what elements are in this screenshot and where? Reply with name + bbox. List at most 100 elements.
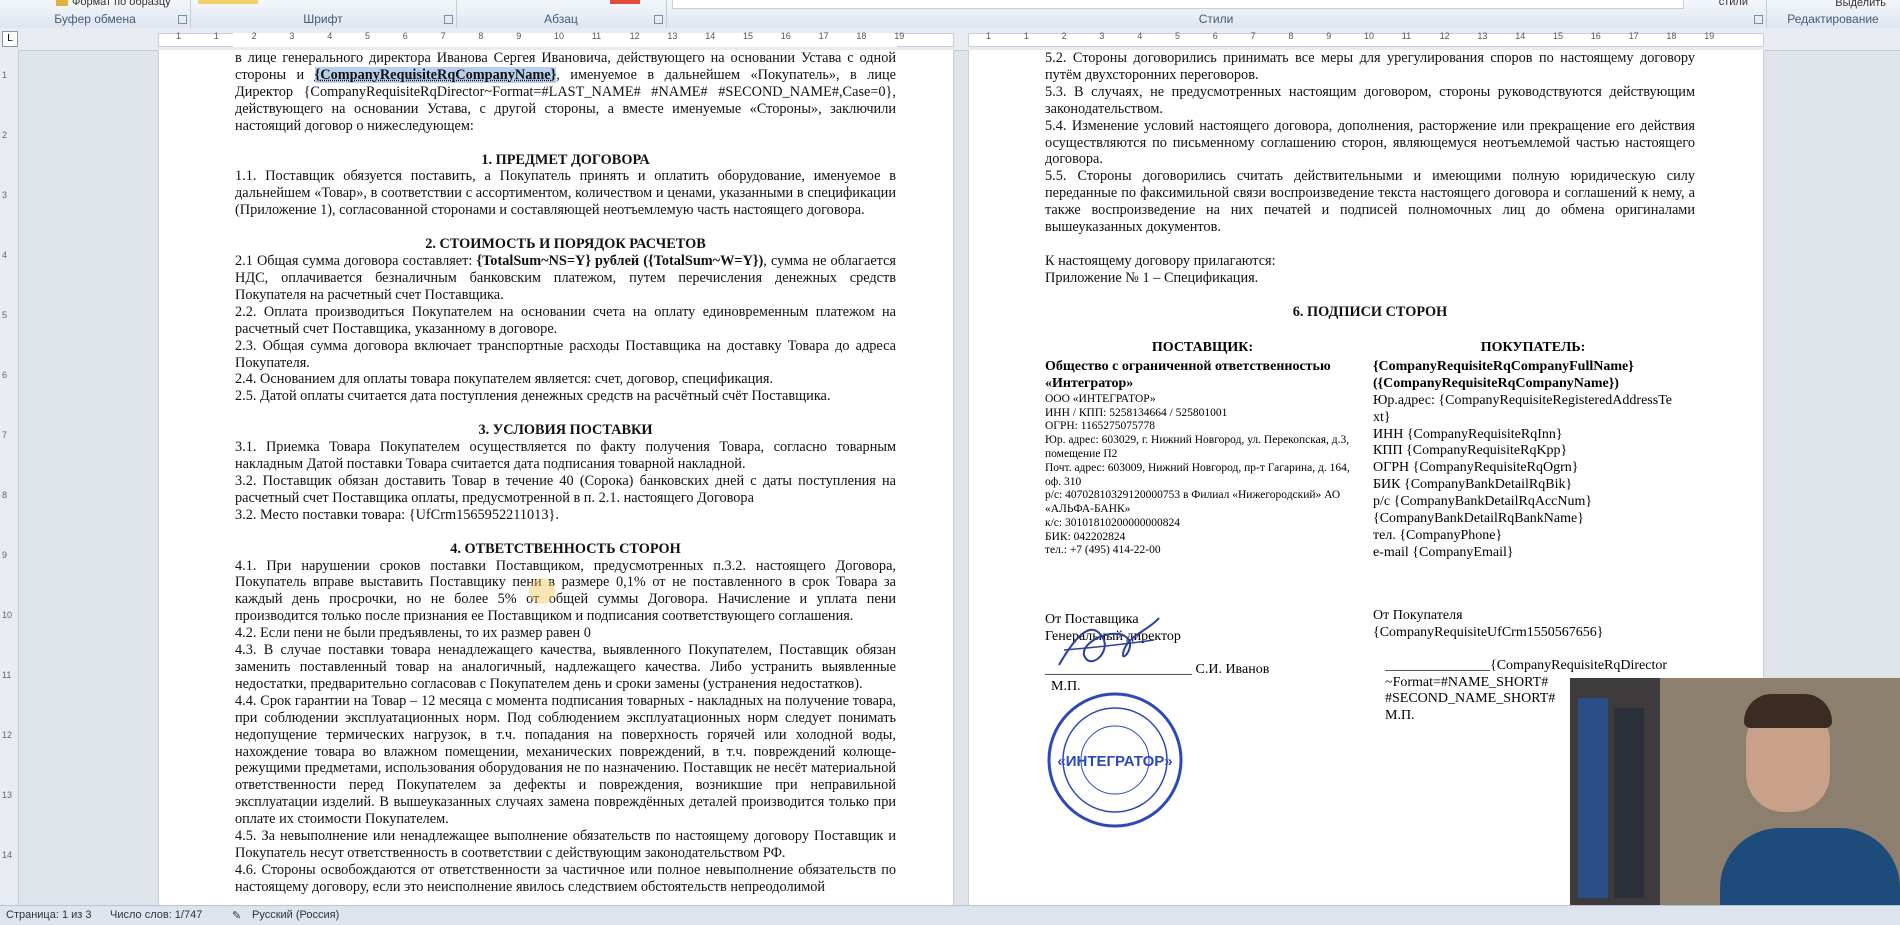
ruler-number: 1 <box>986 31 992 41</box>
ruler-number: 19 <box>894 31 905 41</box>
buyer-sign-line: _______________{CompanyRequisiteRqDirect… <box>1385 657 1668 673</box>
ruler-number: 5 <box>365 31 371 41</box>
buyer-title: ПОКУПАТЕЛЬ: <box>1480 340 1586 355</box>
supplier-title: ПОСТАВЩИК: <box>1151 340 1254 355</box>
change-styles-button[interactable]: стили <box>1719 0 1748 8</box>
supplier-name: Общество с ограниченной ответственностью… <box>1045 358 1331 391</box>
ruler-number: 3 <box>289 31 295 41</box>
styles-gallery[interactable] <box>672 0 1684 9</box>
dialog-launcher-icon[interactable] <box>654 15 663 24</box>
ruler-number: 7 <box>440 31 446 41</box>
paragraph[interactable]: 2.5. Датой оплаты считается дата поступл… <box>235 388 896 405</box>
paragraph[interactable]: 4.5. За невыполнение или ненадлежащее вы… <box>235 828 896 862</box>
ruler-number: 2 <box>251 31 257 41</box>
paragraph[interactable]: 5.4. Изменение условий настоящего догово… <box>1045 118 1695 169</box>
group-label-paragraph: Абзац <box>544 12 578 26</box>
ruler-number: 11 <box>591 31 602 41</box>
paragraph[interactable]: 2.4. Основанием для оплаты товара покупа… <box>235 371 896 388</box>
paragraph[interactable]: 2.2. Оплата производиться Покупателем на… <box>235 304 896 338</box>
ruler-number: 16 <box>1590 31 1601 41</box>
ruler-number: 12 <box>1439 31 1450 41</box>
ruler-number: 4 <box>327 31 333 41</box>
buyer-uf-field: {CompanyRequisiteUfCrm1550567656} <box>1373 624 1604 640</box>
group-label-font: Шрифт <box>303 12 343 26</box>
dialog-launcher-icon[interactable] <box>178 15 187 24</box>
ruler-number: 1 <box>213 31 219 41</box>
format-painter-button[interactable]: Формат по образцу <box>56 0 171 8</box>
group-label-editing: Редактирование <box>1787 12 1879 26</box>
group-label-styles: Стили <box>1198 12 1234 26</box>
word-count[interactable]: Число слов: 1/747 <box>110 909 202 921</box>
ruler-number: 8 <box>1288 31 1294 41</box>
handwritten-signature <box>1058 617 1160 666</box>
ruler-number: 5 <box>1175 31 1181 41</box>
paragraph[interactable]: 2.1 Общая сумма договора составляет: {To… <box>235 253 896 304</box>
ruler-number: 14 <box>705 31 716 41</box>
ruler-number: 10 <box>1364 31 1375 41</box>
paragraph[interactable]: 4.4. Срок гарантии на Товар – 12 месяца … <box>235 693 896 828</box>
paragraph[interactable]: 4.3. В случае поставки товара ненадлежащ… <box>235 642 896 693</box>
section-2-title: 2. СТОИМОСТЬ И ПОРЯДОК РАСЧЕТОВ <box>425 236 706 253</box>
dialog-launcher-icon[interactable] <box>444 15 453 24</box>
vertical-ruler[interactable]: 1 2 3 4 5 6 7 8 9 10 11 12 13 14 <box>0 50 19 905</box>
paragraph[interactable]: 5.3. В случаях, не предусмотренных насто… <box>1045 84 1695 118</box>
status-bar: Страница: 1 из 3 Число слов: 1/747 ✎ Рус… <box>0 905 1900 925</box>
company-stamp: «ИНТЕГРАТОР» <box>1047 692 1183 828</box>
ruler-number: 17 <box>818 31 829 41</box>
dialog-launcher-icon[interactable] <box>1754 15 1763 24</box>
ruler-number: 17 <box>1628 31 1639 41</box>
ruler-number: 9 <box>1326 31 1332 41</box>
ruler-number: 9 <box>516 31 522 41</box>
ruler-number: 1 <box>176 31 182 41</box>
ruler-number: 1 <box>1023 31 1029 41</box>
ruler-number: 2 <box>1061 31 1067 41</box>
ruler-number: 10 <box>554 31 565 41</box>
ruler-number: 6 <box>1212 31 1218 41</box>
ruler-number: 11 <box>1401 31 1412 41</box>
ribbon: Формат по образцу Буфер обмена Шрифт Абз… <box>0 0 1900 29</box>
highlight-color-icon[interactable] <box>198 0 258 4</box>
page-counter[interactable]: Страница: 1 из 3 <box>6 909 92 921</box>
paragraph[interactable]: 5.2. Стороны договорились принимать все … <box>1045 50 1695 84</box>
ruler-number: 13 <box>667 31 678 41</box>
proofing-icon[interactable]: ✎ <box>232 909 241 922</box>
paragraph[interactable]: 3.2. Место поставки товара: {UfCrm156595… <box>235 507 896 524</box>
paragraph[interactable]: 4.1. При нарушении сроков поставки Поста… <box>235 558 896 626</box>
select-button[interactable]: Выделить <box>1835 0 1886 9</box>
group-label-clipboard: Буфер обмена <box>54 12 136 26</box>
paragraph[interactable]: 3.1. Приемка Товара Покупателем осуществ… <box>235 439 896 473</box>
paragraph[interactable]: 4.2. Если пени не были предъявлены, то и… <box>235 625 896 642</box>
ruler-page1-text-area <box>233 33 897 47</box>
section-6-title: 6. ПОДПИСИ СТОРОН <box>1292 303 1448 320</box>
section-1-title: 1. ПРЕДМЕТ ДОГОВОРА <box>481 151 650 168</box>
person-hair <box>1744 694 1832 728</box>
ruler-number: 19 <box>1704 31 1715 41</box>
intro-paragraph[interactable]: в лице генерального директора Иванова Се… <box>235 50 896 135</box>
buyer-name: {CompanyRequisiteRqCompanyFullName} <box>1373 358 1634 374</box>
language-indicator[interactable]: Русский (Россия) <box>252 909 339 921</box>
ruler-number: 3 <box>1099 31 1105 41</box>
ruler-number: 18 <box>1666 31 1677 41</box>
ruler-number: 13 <box>1477 31 1488 41</box>
document-page-1[interactable]: в лице генерального директора Иванова Се… <box>158 50 954 905</box>
paragraph[interactable]: 4.6. Стороны освобождаются от ответствен… <box>235 862 896 896</box>
ruler-number: 14 <box>1515 31 1526 41</box>
paragraph[interactable]: 1.1. Поставщик обязуется поставить, а По… <box>235 168 896 219</box>
stamp-text: «ИНТЕГРАТОР» <box>1057 753 1172 770</box>
horizontal-ruler[interactable]: L 1 1 2 3 4 5 6 7 8 9 10 11 12 13 14 15 16 17 18 19 1 1 2 3 4 5 6 7… <box>0 28 1900 51</box>
ruler-number: 15 <box>1553 31 1564 41</box>
tab-selector-button[interactable]: L <box>2 31 18 47</box>
ruler-number: 4 <box>1137 31 1143 41</box>
attachments-line[interactable]: Приложение № 1 – Спецификация. <box>1045 270 1695 287</box>
buyer-column: ПОКУПАТЕЛЬ: {CompanyRequisiteRqCompanyFu… <box>1373 340 1693 725</box>
paragraph[interactable]: 3.2. Поставщик обязан доставить Товар в … <box>235 473 896 507</box>
cursor-highlight <box>529 578 555 604</box>
ruler-number: 8 <box>478 31 484 41</box>
selected-field[interactable]: {CompanyRequisiteRqCompanyName} <box>314 66 557 83</box>
paragraph[interactable]: 2.3. Общая сумма договора включает транс… <box>235 338 896 372</box>
clipboard-group: Формат по образцу Буфер обмена <box>0 0 191 28</box>
paragraph[interactable]: 5.5. Стороны договорились считать действ… <box>1045 168 1695 236</box>
webcam-video <box>1570 678 1900 924</box>
buyer-short-name: ({CompanyRequisiteRqCompanyName}) <box>1373 375 1619 391</box>
attachments-line[interactable]: К настоящему договору прилагаются: <box>1045 253 1695 270</box>
